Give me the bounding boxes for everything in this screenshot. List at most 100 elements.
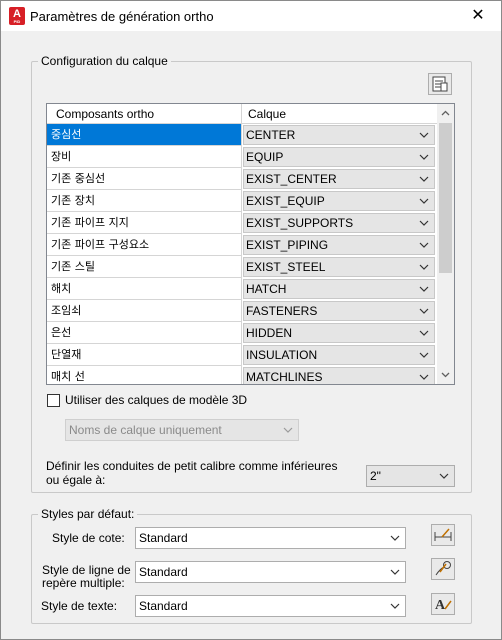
chevron-down-icon bbox=[419, 330, 429, 336]
layer-settings-button[interactable] bbox=[428, 73, 452, 95]
table-row[interactable]: 장비 EQUIP bbox=[47, 146, 437, 168]
text-style-icon: A bbox=[435, 598, 452, 613]
chevron-down-icon bbox=[419, 154, 429, 160]
layer-value: EXIST_SUPPORTS bbox=[246, 216, 354, 230]
layer-value: EXIST_PIPING bbox=[246, 238, 329, 252]
multileader-style-label: Style de ligne de bbox=[42, 563, 131, 577]
table-row[interactable]: 기존 스틸 EXIST_STEEL bbox=[47, 256, 437, 278]
component-cell[interactable]: 조임쇠 bbox=[47, 300, 242, 322]
layer-dropdown[interactable]: FASTENERS bbox=[243, 301, 435, 321]
default-styles-legend: Styles par défaut: bbox=[38, 507, 138, 521]
use-3d-layers-checkbox[interactable] bbox=[47, 394, 60, 407]
svg-text:A: A bbox=[435, 598, 446, 613]
layer-dropdown[interactable]: EXIST_EQUIP bbox=[243, 191, 435, 211]
component-cell[interactable]: 기존 파이프 구성요소 bbox=[47, 234, 242, 256]
table-row[interactable]: 단열재 INSULATION bbox=[47, 344, 437, 366]
table-row[interactable]: 기존 장치 EXIST_EQUIP bbox=[47, 190, 437, 212]
layer-dropdown[interactable]: INSULATION bbox=[243, 345, 435, 365]
multileader-style-value: Standard bbox=[139, 565, 188, 579]
close-button[interactable]: ✕ bbox=[455, 1, 501, 31]
chevron-down-icon bbox=[419, 132, 429, 138]
dimension-style-label: Style de cote: bbox=[52, 531, 125, 545]
scroll-up-icon[interactable] bbox=[440, 108, 451, 119]
chevron-down-icon bbox=[419, 374, 429, 380]
column-header-layer[interactable]: Calque bbox=[242, 104, 437, 124]
layer-dropdown[interactable]: EXIST_SUPPORTS bbox=[243, 213, 435, 233]
dialog-window: A PID Paramètres de génération ortho ✕ C… bbox=[0, 0, 502, 640]
table-row[interactable]: 은선 HIDDEN bbox=[47, 322, 437, 344]
table-row[interactable]: 기존 파이프 구성요소 EXIST_PIPING bbox=[47, 234, 437, 256]
layer-dropdown[interactable]: CENTER bbox=[243, 125, 435, 145]
layer-value: EXIST_EQUIP bbox=[246, 194, 325, 208]
layer-dropdown[interactable]: EXIST_STEEL bbox=[243, 257, 435, 277]
layer-list-icon bbox=[432, 76, 448, 92]
component-cell[interactable]: 기존 중심선 bbox=[47, 168, 242, 190]
scroll-down-icon[interactable] bbox=[440, 369, 451, 380]
component-cell[interactable]: 매치 선 bbox=[47, 366, 242, 384]
table-scrollbar[interactable] bbox=[437, 104, 454, 384]
table-row[interactable]: 조임쇠 FASTENERS bbox=[47, 300, 437, 322]
table-row[interactable]: 중심선 CENTER bbox=[47, 124, 437, 146]
small-bore-dropdown[interactable]: 2" bbox=[366, 465, 455, 487]
layer-value: EXIST_CENTER bbox=[246, 172, 337, 186]
chevron-down-icon bbox=[419, 176, 429, 182]
layer-dropdown[interactable]: HIDDEN bbox=[243, 323, 435, 343]
layer-dropdown[interactable]: HATCH bbox=[243, 279, 435, 299]
scrollbar-thumb[interactable] bbox=[439, 123, 452, 273]
layer-dropdown[interactable]: EQUIP bbox=[243, 147, 435, 167]
title-bar[interactable]: A PID Paramètres de génération ortho ✕ bbox=[1, 1, 501, 31]
layer-names-dropdown[interactable]: Noms de calque uniquement bbox=[65, 419, 299, 441]
component-cell[interactable]: 중심선 bbox=[47, 124, 242, 146]
layer-dropdown[interactable]: EXIST_CENTER bbox=[243, 169, 435, 189]
chevron-down-icon bbox=[439, 473, 449, 479]
close-icon: ✕ bbox=[471, 7, 485, 24]
chevron-down-icon bbox=[419, 352, 429, 358]
table-row[interactable]: 기존 파이프 지지 EXIST_SUPPORTS bbox=[47, 212, 437, 234]
multileader-style-icon bbox=[435, 561, 451, 576]
component-cell[interactable]: 은선 bbox=[47, 322, 242, 344]
use-3d-layers-label[interactable]: Utiliser des calques de modèle 3D bbox=[65, 393, 247, 407]
chevron-down-icon bbox=[419, 264, 429, 270]
layer-names-value: Noms de calque uniquement bbox=[69, 423, 222, 437]
small-bore-label: Définir les conduites de petit calibre c… bbox=[46, 459, 338, 473]
layer-value: HIDDEN bbox=[246, 326, 293, 340]
layer-value: CENTER bbox=[246, 128, 296, 142]
component-cell[interactable]: 기존 파이프 지지 bbox=[47, 212, 242, 234]
multileader-style-button[interactable] bbox=[431, 558, 455, 580]
component-cell[interactable]: 해치 bbox=[47, 278, 242, 300]
layer-dropdown[interactable]: EXIST_PIPING bbox=[243, 235, 435, 255]
small-bore-label-cont: ou égale à: bbox=[46, 473, 106, 487]
dimension-style-icon bbox=[434, 528, 452, 541]
layer-dropdown[interactable]: MATCHLINES bbox=[243, 367, 435, 384]
layer-value: EQUIP bbox=[246, 150, 284, 164]
table-row[interactable]: 매치 선 MATCHLINES bbox=[47, 366, 437, 384]
chevron-down-icon bbox=[390, 535, 400, 541]
chevron-down-icon bbox=[419, 220, 429, 226]
multileader-style-label-cont: repère multiple: bbox=[42, 576, 125, 590]
chevron-down-icon bbox=[419, 308, 429, 314]
table-header: Composants ortho Calque bbox=[47, 104, 437, 124]
small-bore-value: 2" bbox=[370, 469, 381, 483]
layer-value: HATCH bbox=[246, 282, 287, 296]
text-style-value: Standard bbox=[139, 599, 188, 613]
layer-value: INSULATION bbox=[246, 348, 318, 362]
layer-value: FASTENERS bbox=[246, 304, 318, 318]
multileader-style-dropdown[interactable]: Standard bbox=[135, 561, 406, 583]
window-title: Paramètres de génération ortho bbox=[30, 9, 214, 24]
table-row[interactable]: 해치 HATCH bbox=[47, 278, 437, 300]
chevron-down-icon bbox=[419, 198, 429, 204]
dimension-style-button[interactable] bbox=[431, 524, 455, 546]
component-cell[interactable]: 단열재 bbox=[47, 344, 242, 366]
text-style-dropdown[interactable]: Standard bbox=[135, 595, 406, 617]
table-row[interactable]: 기존 중심선 EXIST_CENTER bbox=[47, 168, 437, 190]
chevron-down-icon bbox=[419, 286, 429, 292]
component-cell[interactable]: 장비 bbox=[47, 146, 242, 168]
column-header-components[interactable]: Composants ortho bbox=[47, 104, 242, 124]
chevron-down-icon bbox=[419, 242, 429, 248]
component-cell[interactable]: 기존 스틸 bbox=[47, 256, 242, 278]
chevron-down-icon bbox=[390, 603, 400, 609]
text-style-button[interactable]: A bbox=[431, 593, 455, 615]
dimension-style-dropdown[interactable]: Standard bbox=[135, 527, 406, 549]
chevron-down-icon bbox=[283, 427, 293, 433]
component-cell[interactable]: 기존 장치 bbox=[47, 190, 242, 212]
